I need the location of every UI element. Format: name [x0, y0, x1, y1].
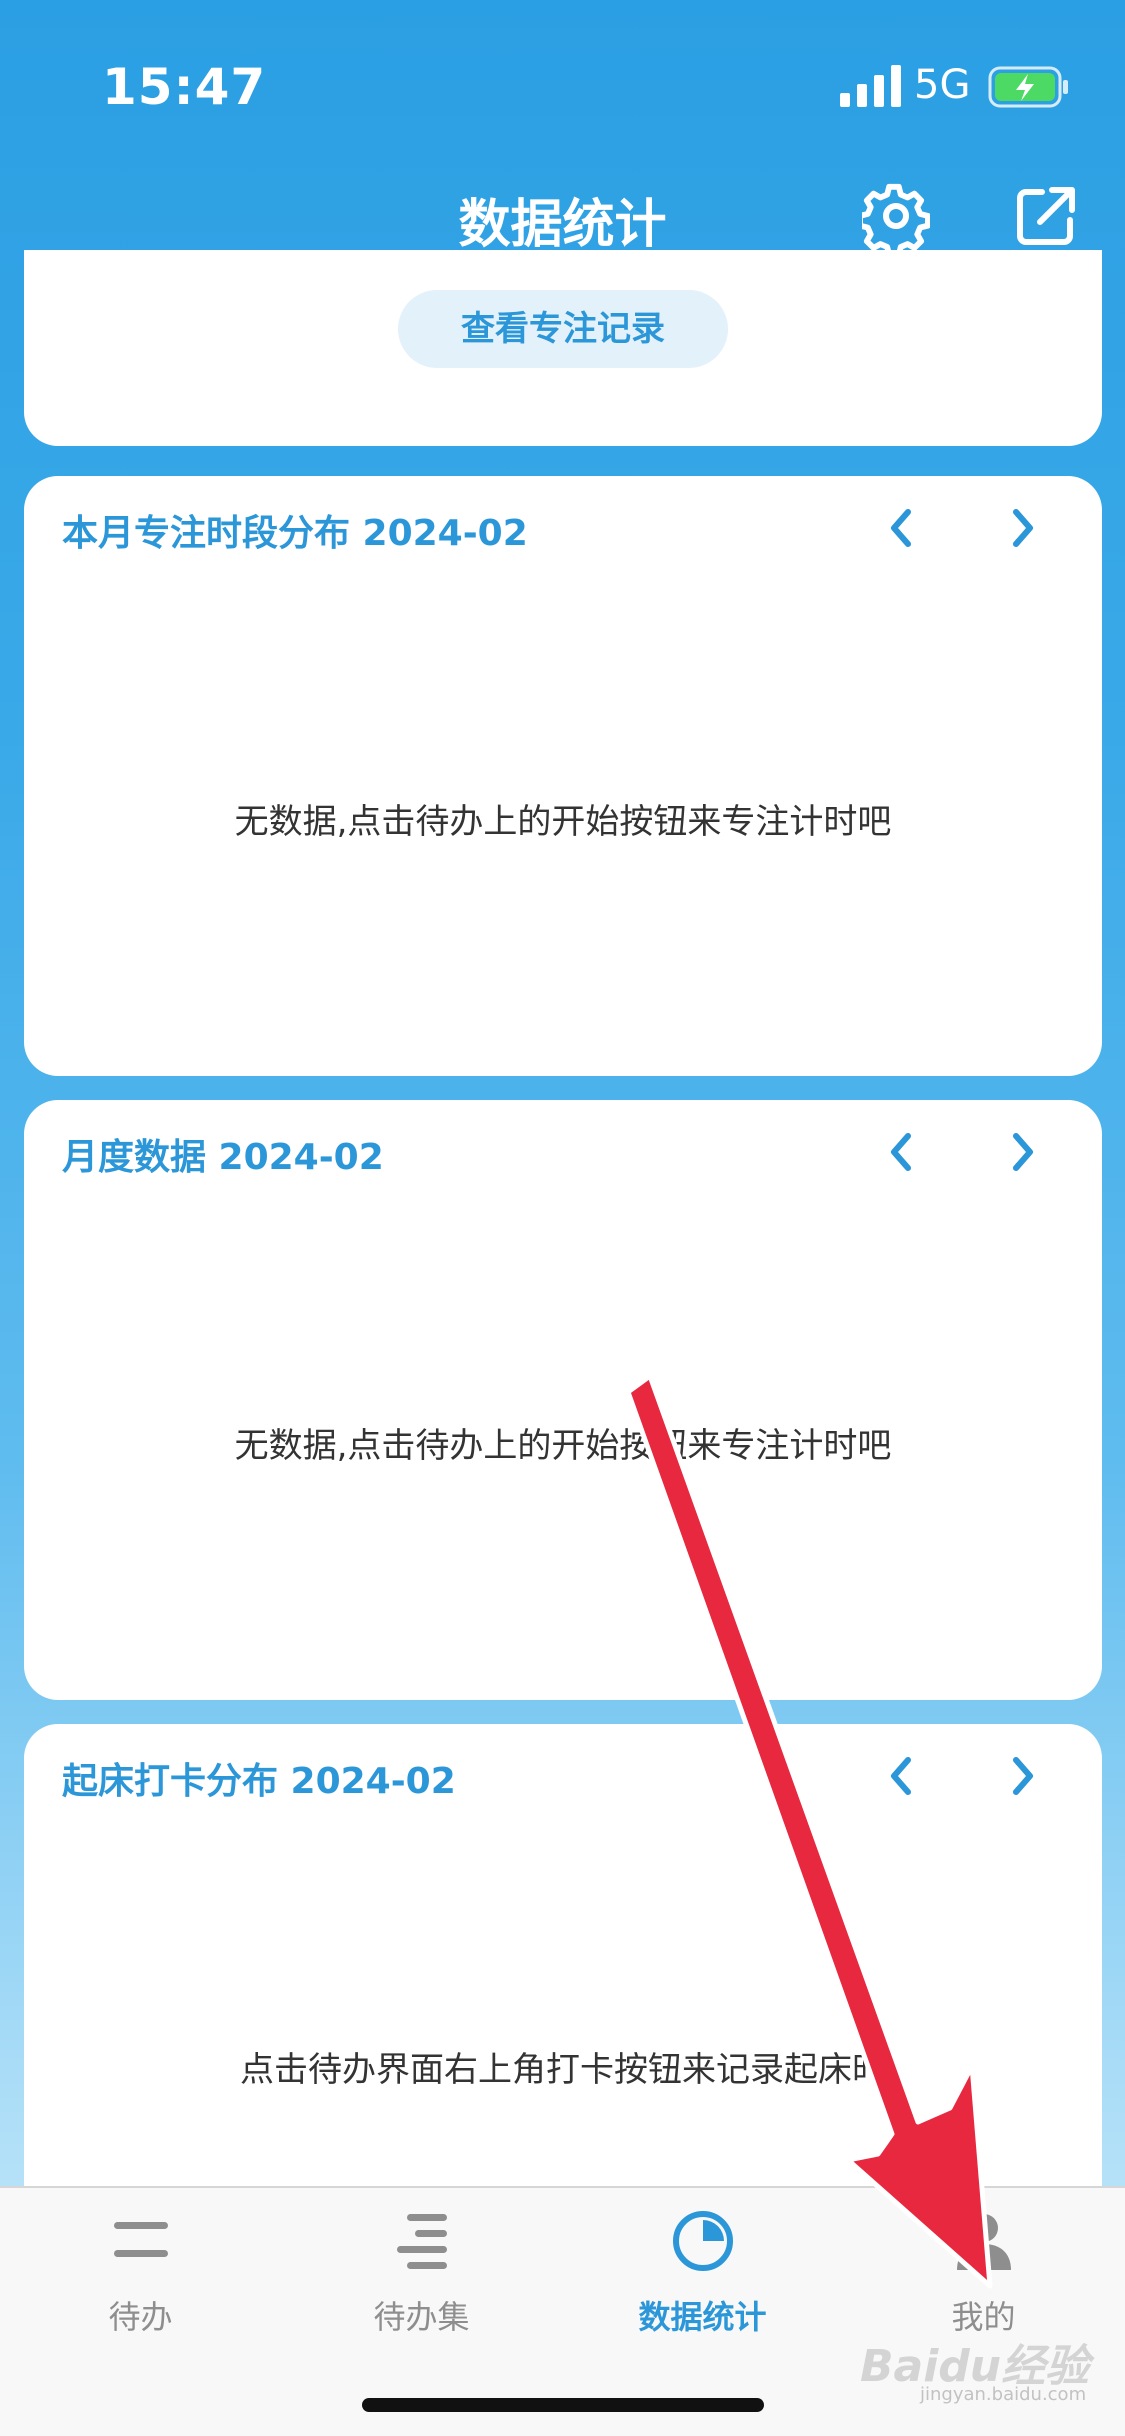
share-icon[interactable]: [1012, 182, 1080, 250]
watermark-url: jingyan.baidu.com: [920, 2384, 1087, 2405]
wake-up-checkin-card: 起床打卡分布 2024-02 点击待办界面右上角打卡按钮来记录起床时: [24, 1724, 1102, 2244]
pie-chart-icon: [673, 2211, 733, 2271]
status-bar: 15:47 5G: [0, 0, 1125, 150]
page-title: 数据统计: [458, 195, 667, 255]
signal-icon: [840, 65, 901, 107]
home-indicator: [362, 2398, 764, 2412]
tab-todo[interactable]: 待办: [0, 2188, 281, 2358]
card-title: 月度数据 2024-02: [62, 1137, 384, 1178]
battery-charging-icon: [988, 66, 1068, 108]
view-focus-record-button[interactable]: 查看专注记录: [398, 290, 728, 368]
network-label: 5G: [914, 62, 971, 108]
tab-todo-collection[interactable]: 待办集: [281, 2188, 562, 2358]
empty-state-text: 点击待办界面右上角打卡按钮来记录起床时: [240, 2050, 886, 2090]
chevron-right-icon[interactable]: [1006, 1130, 1040, 1174]
empty-state-text: 无数据,点击待办上的开始按钮来专注计时吧: [234, 802, 892, 842]
list-icon: [114, 2222, 168, 2257]
chevron-right-icon[interactable]: [1006, 1754, 1040, 1798]
chevron-left-icon[interactable]: [884, 1754, 918, 1798]
tab-label: 待办集: [373, 2298, 470, 2336]
chevron-left-icon[interactable]: [884, 1130, 918, 1174]
gear-icon[interactable]: [862, 182, 930, 250]
card-title: 本月专注时段分布 2024-02: [62, 513, 528, 554]
focus-record-card: 查看专注记录: [24, 250, 1102, 446]
tab-statistics[interactable]: 数据统计: [562, 2188, 843, 2358]
list-collection-icon: [397, 2214, 447, 2269]
tab-label: 数据统计: [638, 2298, 767, 2336]
chevron-left-icon[interactable]: [884, 506, 918, 550]
tab-label: 待办: [108, 2298, 173, 2336]
card-title: 起床打卡分布 2024-02: [62, 1761, 456, 1802]
status-time: 15:47: [102, 58, 267, 116]
empty-state-text: 无数据,点击待办上的开始按钮来专注计时吧: [234, 1426, 892, 1466]
monthly-focus-period-card: 本月专注时段分布 2024-02 无数据,点击待办上的开始按钮来专注计时吧: [24, 476, 1102, 1076]
chevron-right-icon[interactable]: [1006, 506, 1040, 550]
person-icon: [957, 2214, 1011, 2270]
monthly-data-card: 月度数据 2024-02 无数据,点击待办上的开始按钮来专注计时吧: [24, 1100, 1102, 1700]
